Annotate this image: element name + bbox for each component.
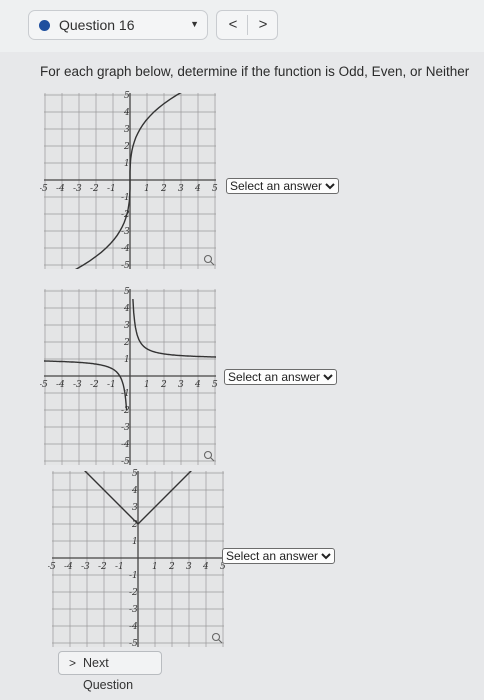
y-tick-label: 2 [131,520,138,530]
question-status-dot [39,20,50,31]
next-question-button[interactable]: > Next Question [58,651,162,692]
x-tick-label: -1 [107,380,116,390]
y-tick-label: 5 [124,287,130,297]
answer-select-label: Select an answer [228,370,321,384]
y-tick-label: -3 [129,605,138,615]
x-tick-label: -5 [48,562,56,572]
y-tick-label: -4 [129,622,138,632]
answer-select-3[interactable]: Select an answer [222,548,336,564]
x-tick-label: 1 [144,380,150,390]
answer-select-label: Select an answer [230,179,323,193]
coordinate-grid: -5-4-3-2-11234554321-1-2-3-4-5 [40,91,218,271]
x-tick-label: 3 [178,380,184,390]
x-tick-label: -2 [98,562,107,572]
y-tick-label: -5 [121,457,130,467]
y-tick-label: 4 [131,486,138,496]
nav-divider [247,15,248,35]
question-navigation-bar: Question 16 ▼ < > [0,0,484,52]
y-tick-label: -5 [129,639,138,649]
y-tick-label: 3 [124,321,130,331]
x-tick-label: 5 [212,184,218,194]
x-tick-label: -3 [73,380,82,390]
previous-question-button[interactable]: < [223,16,243,33]
y-tick-label: 1 [124,159,130,169]
graph-1: -5-4-3-2-11234554321-1-2-3-4-5 [40,90,220,276]
y-tick-label: 4 [123,108,130,118]
answer-select-2[interactable]: Select an answer [224,369,338,385]
x-tick-label: 2 [168,562,175,572]
y-tick-label: 5 [124,91,130,101]
next-question-arrow-button[interactable]: > [253,16,273,33]
chevron-down-icon [321,553,331,560]
x-tick-label: -1 [115,562,124,572]
y-tick-label: -2 [121,406,130,416]
x-tick-label: -2 [90,380,99,390]
x-tick-label: 5 [212,380,218,390]
y-tick-label: -1 [121,193,130,203]
x-tick-label: 1 [144,184,150,194]
x-tick-label: -1 [107,184,116,194]
x-tick-label: -4 [64,562,73,572]
coordinate-grid: -5-4-3-2-11234554321-1-2-3-4-5 [40,287,218,467]
y-tick-label: 2 [123,338,130,348]
y-tick-label: 2 [123,142,130,152]
x-tick-label: -5 [40,184,48,194]
y-tick-label: 1 [124,355,130,365]
question-instructions: For each graph below, determine if the f… [40,64,470,79]
y-tick-label: -3 [121,227,130,237]
chevron-right-icon: > [69,656,77,670]
y-tick-label: -5 [121,261,130,271]
answer-select-label: Select an answer [226,549,319,563]
chevron-down-icon [325,183,335,190]
y-tick-label: -4 [121,440,130,450]
x-tick-label: 1 [152,562,158,572]
y-tick-label: 1 [132,537,138,547]
question-label: Question 16 [59,17,135,33]
y-tick-label: 4 [123,304,130,314]
next-question-label: Next Question [83,656,134,692]
question-nav-group: < > [216,10,278,40]
x-tick-label: 3 [186,562,192,572]
y-tick-label: -2 [129,588,138,598]
question-selector[interactable]: Question 16 ▼ [28,10,208,40]
chevron-down-icon [323,374,333,381]
x-tick-label: 2 [160,184,167,194]
x-tick-label: 4 [194,380,201,390]
x-tick-label: -4 [56,184,65,194]
x-tick-label: 4 [202,562,209,572]
coordinate-grid: -5-4-3-2-11234554321-1-2-3-4-5 [48,469,226,649]
x-tick-label: -3 [73,184,82,194]
y-tick-label: -4 [121,244,130,254]
x-tick-label: -5 [40,380,48,390]
x-tick-label: -3 [81,562,90,572]
y-tick-label: 5 [132,469,138,479]
x-tick-label: 2 [160,380,167,390]
x-tick-label: 4 [194,184,201,194]
y-tick-label: 3 [124,125,130,135]
y-tick-label: -1 [129,571,138,581]
x-tick-label: 3 [178,184,184,194]
caret-down-icon: ▼ [190,19,199,29]
x-tick-label: -4 [56,380,65,390]
x-tick-label: -2 [90,184,99,194]
y-tick-label: 3 [132,503,138,513]
y-tick-label: -3 [121,423,130,433]
answer-select-1[interactable]: Select an answer [226,178,340,194]
graph-3: -5-4-3-2-11234554321-1-2-3-4-5 [48,468,228,654]
graph-2: -5-4-3-2-11234554321-1-2-3-4-5 [40,286,220,472]
